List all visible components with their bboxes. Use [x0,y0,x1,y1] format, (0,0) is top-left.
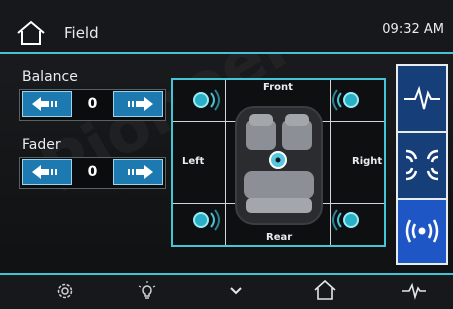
fader-control: 0 [19,157,166,189]
balance-value: 0 [77,91,108,117]
balance-control: 0 [19,89,166,121]
home-icon[interactable] [313,279,337,301]
arrow-left-icon [32,165,57,179]
tab-sound-field[interactable] [398,133,446,198]
fader-value: 0 [77,159,108,185]
arrow-left-icon [32,97,57,111]
sound-field-grid[interactable]: Front Rear Left Right [171,78,386,247]
page-title: Field [64,24,99,42]
mode-tabs [396,64,448,265]
rear-label: Rear [266,232,293,243]
eq-icon[interactable] [400,281,428,301]
fader-right-button[interactable] [113,159,163,185]
bottom-nav [0,273,453,309]
surround-sound-icon [405,219,439,243]
speaker-rear-left [193,209,220,231]
front-label: Front [263,82,293,93]
balance-label: Balance [22,69,78,85]
chevron-down-icon[interactable] [228,285,244,297]
clock: 09:32 AM [382,22,444,37]
fader-label: Fader [22,137,61,153]
sound-field-icon [405,149,439,181]
top-bar: Field 09:32 AM [0,0,453,54]
balance-right-button[interactable] [113,91,163,117]
home-icon[interactable] [16,20,46,46]
speaker-front-left [193,89,220,111]
right-label: Right [352,156,383,167]
eq-wave-icon [404,85,440,110]
arrow-right-icon [128,165,153,179]
audio-field-screen: Pioneer Field 09:32 AM Balance 0 [0,0,453,309]
fader-left-button[interactable] [22,159,72,185]
balance-left-button[interactable] [22,91,72,117]
speaker-front-right [332,89,359,111]
arrow-right-icon [128,97,153,111]
tab-surround[interactable] [398,200,446,263]
left-label: Left [182,156,205,167]
bulb-icon[interactable] [137,281,157,301]
tab-eq[interactable] [398,66,446,131]
settings-icon[interactable] [55,281,75,301]
top-divider [0,52,453,54]
bottom-divider [0,273,453,275]
speaker-rear-right [332,209,359,231]
